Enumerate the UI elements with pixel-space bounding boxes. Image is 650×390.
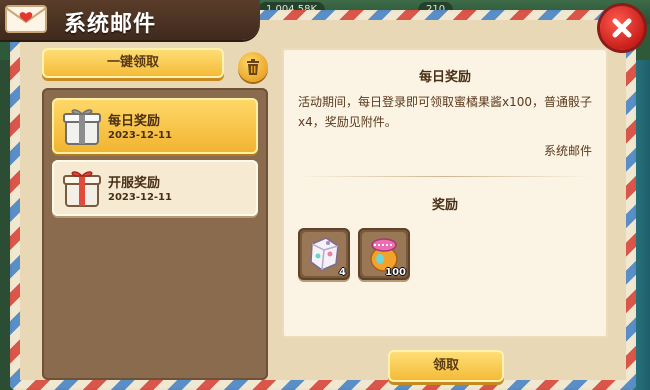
reward-count: 4 (339, 267, 346, 278)
reward-item-jam[interactable]: 100 (358, 228, 410, 280)
mail-item-date: 2023-12-11 (108, 130, 172, 141)
mail-item-server-launch-reward[interactable]: 开服奖励 2023-12-11 (52, 160, 258, 216)
claim-button[interactable]: 领取 (388, 350, 504, 382)
gift-box-icon (63, 109, 101, 145)
delete-button[interactable] (238, 52, 268, 82)
window-title: 系统邮件 (64, 12, 157, 37)
mail-detail-title: 每日奖励 (418, 70, 471, 85)
reward-item-dice[interactable]: 4 (298, 228, 350, 280)
reward-section-title: 奖励 (431, 198, 458, 213)
divider (298, 176, 592, 177)
close-button[interactable] (600, 6, 644, 50)
collect-all-button[interactable]: 一键领取 (42, 48, 224, 78)
reward-count: 100 (385, 267, 406, 278)
mail-detail-panel: 每日奖励 活动期间，每日登录即可领取蜜橘果酱x100，普通骰子x4，奖励见附件。… (282, 48, 608, 338)
mail-item-title: 开服奖励 (108, 176, 161, 191)
mail-item-daily-reward[interactable]: 每日奖励 2023-12-11 (52, 98, 258, 154)
mail-item-date: 2023-12-11 (108, 192, 172, 203)
mail-item-title: 每日奖励 (108, 114, 161, 129)
gift-box-icon (63, 171, 101, 207)
title-bar: 系统邮件 (0, 0, 260, 40)
close-icon (612, 18, 632, 38)
trash-icon (247, 59, 259, 75)
mail-detail-body: 活动期间，每日登录即可领取蜜橘果酱x100，普通骰子x4，奖励见附件。 (298, 95, 593, 129)
envelope-icon (5, 5, 47, 33)
mail-detail-sender: 系统邮件 (543, 144, 592, 158)
